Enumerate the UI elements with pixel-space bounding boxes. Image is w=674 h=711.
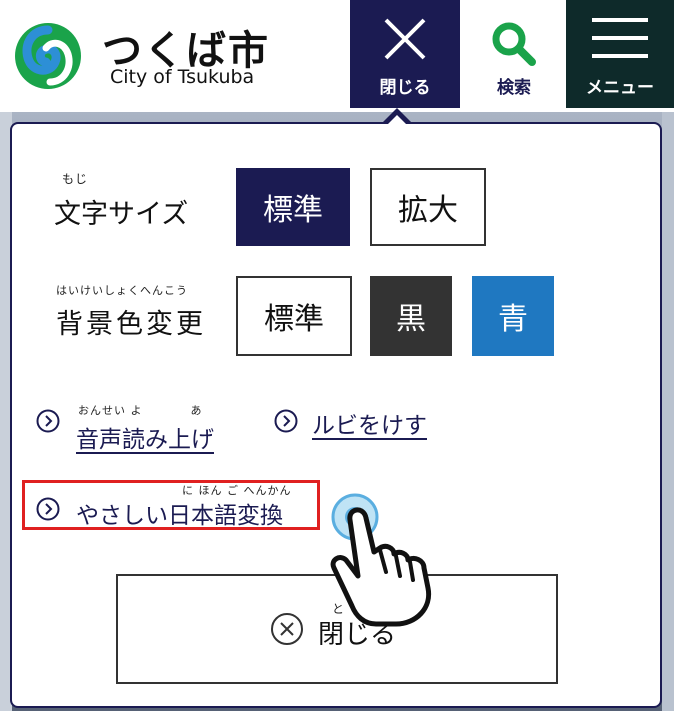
background-ruby: はいけいしょくへんこう: [56, 284, 188, 297]
background-standard-button[interactable]: 標準: [236, 276, 352, 356]
site-header: つくば市 City of Tsukuba 閉じる 検索 メニュー: [0, 0, 674, 112]
pointing-hand-icon: [330, 507, 432, 627]
chevron-right-icon: [36, 409, 60, 433]
header-close-button[interactable]: 閉じる: [350, 0, 460, 108]
font-size-standard-button[interactable]: 標準: [236, 168, 350, 246]
background-blue-button[interactable]: 青: [472, 276, 554, 356]
highlight-box: [22, 480, 320, 530]
background-label: 背景色変更: [56, 309, 206, 340]
search-icon: [492, 22, 536, 66]
chevron-right-icon: [274, 409, 298, 433]
close-circle-icon: [271, 613, 303, 645]
background-black-button[interactable]: 黒: [370, 276, 452, 356]
header-caret-inner: [386, 115, 408, 126]
close-icon: [384, 18, 426, 60]
header-menu-label: メニュー: [586, 78, 654, 98]
font-size-large-button[interactable]: 拡大: [370, 168, 486, 246]
logo-text-en[interactable]: City of Tsukuba: [110, 66, 254, 88]
read-aloud-ruby: おんせい よ あ: [78, 404, 203, 417]
tsukuba-logo-icon[interactable]: [14, 22, 82, 90]
backdrop-right-edge: [662, 112, 674, 711]
hamburger-icon: [592, 18, 648, 58]
remove-ruby-link[interactable]: ルビをけす: [312, 406, 427, 440]
read-aloud-link[interactable]: 音声読み上げ: [76, 420, 214, 454]
header-close-label: 閉じる: [379, 78, 431, 98]
header-menu-button[interactable]: メニュー: [566, 0, 674, 108]
font-size-label: 文字サイズ: [54, 199, 189, 230]
header-search-button[interactable]: 検索: [462, 0, 566, 108]
header-search-label: 検索: [497, 78, 531, 98]
font-size-ruby: もじ: [62, 172, 89, 186]
